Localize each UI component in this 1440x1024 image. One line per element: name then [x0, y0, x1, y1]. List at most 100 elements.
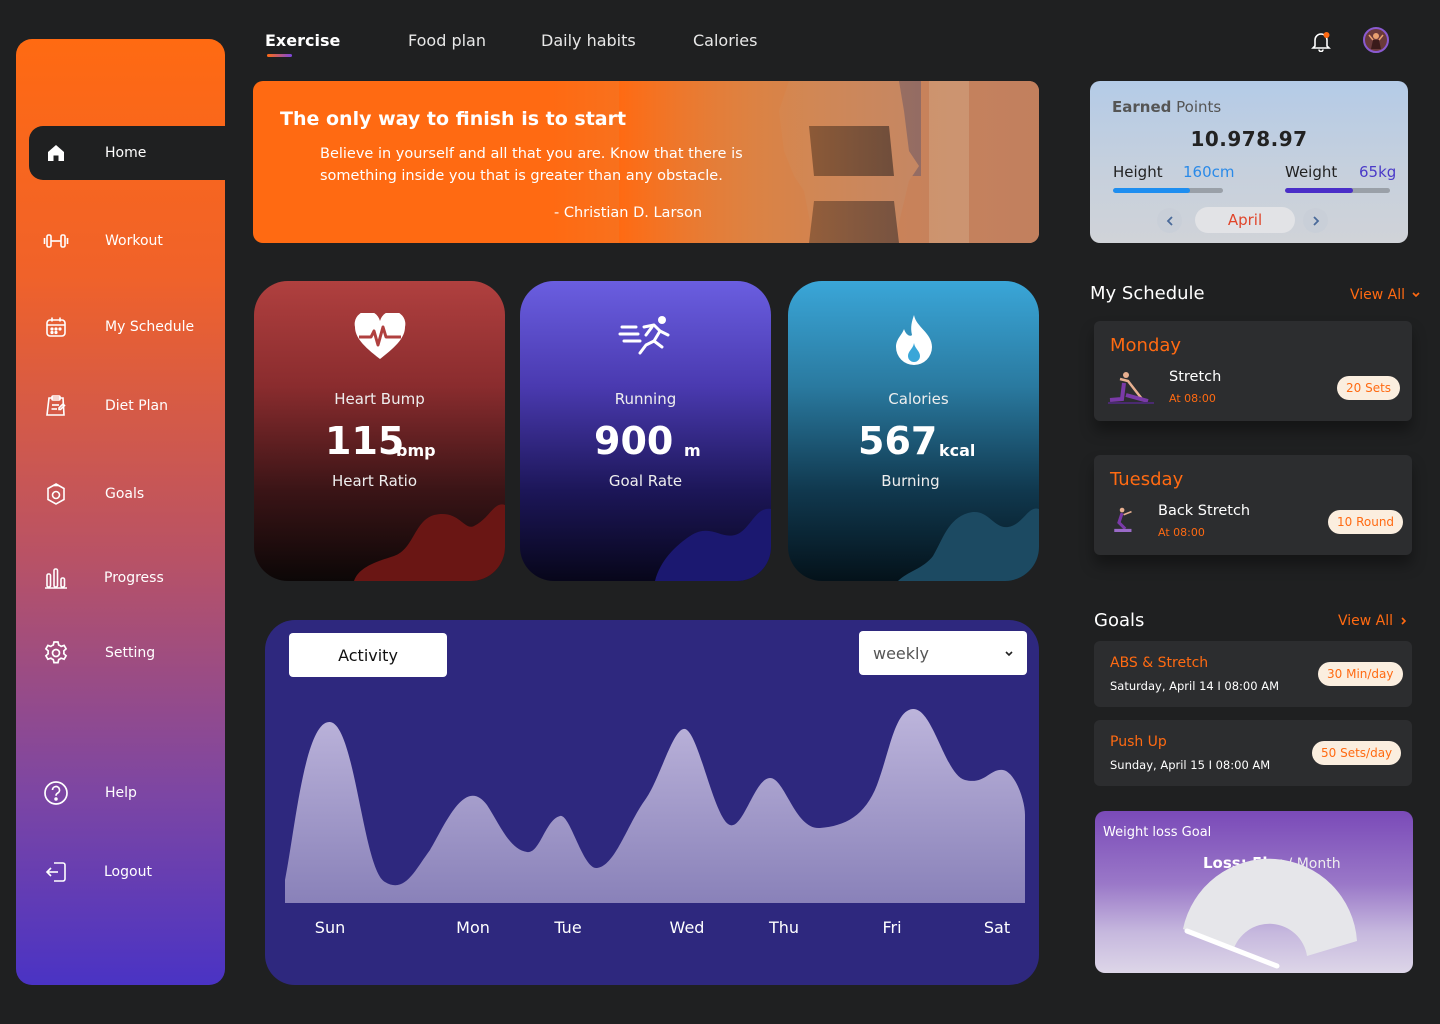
next-month-button[interactable]	[1303, 208, 1328, 233]
height-label: Height	[1113, 163, 1163, 181]
earned-points-card: Earned Points 10.978.97 Height 160cm Wei…	[1090, 81, 1408, 243]
goal-date: Sunday, April 15 I 08:00 AM	[1110, 758, 1271, 772]
day-label: Sun	[314, 918, 346, 937]
stat-value: 115	[325, 419, 405, 463]
round-badge: 10 Round	[1328, 510, 1404, 534]
schedule-item[interactable]: Tuesday Back Stretch At 08:00 10 Round	[1094, 455, 1412, 555]
schedule-day: Monday	[1110, 335, 1182, 356]
running-icon	[520, 313, 771, 369]
sidebar-item-label: Goals	[105, 486, 145, 502]
chevron-right-icon	[1401, 617, 1407, 625]
sidebar: Home Workout My Schedule Diet Plan Goals…	[16, 39, 225, 985]
stat-unit: bmp	[396, 441, 436, 460]
stat-unit: kcal	[939, 441, 976, 460]
avatar[interactable]	[1363, 27, 1389, 53]
tab-exercise[interactable]: Exercise	[265, 31, 340, 50]
weight-label: Weight	[1285, 163, 1338, 181]
sidebar-item-diet-plan[interactable]: Diet Plan	[29, 379, 225, 433]
heart-bump-card[interactable]: Heart Bump 115 bmp Heart Ratio	[254, 281, 505, 581]
stat-unit: m	[684, 441, 701, 460]
goal-item[interactable]: Push Up Sunday, April 15 I 08:00 AM 50 S…	[1094, 720, 1412, 786]
schedule-time: At 08:00	[1158, 526, 1205, 539]
sidebar-item-label: Logout	[104, 864, 152, 880]
sidebar-item-label: Home	[105, 145, 147, 161]
prev-month-button[interactable]	[1157, 208, 1182, 233]
month-selector[interactable]: April	[1195, 207, 1295, 233]
chevron-left-icon	[1166, 215, 1173, 226]
sidebar-item-label: Workout	[105, 233, 163, 249]
sidebar-item-label: Help	[105, 785, 137, 801]
tab-calories[interactable]: Calories	[693, 31, 757, 50]
points-title: Earned Points	[1112, 98, 1222, 116]
day-label: Mon	[456, 918, 490, 937]
day-label: Thu	[768, 918, 800, 937]
motivation-banner: The only way to finish is to start Belie…	[253, 81, 1039, 243]
activity-panel: Activity weekly Sun Mon Tue Wed Thu Fri …	[265, 620, 1039, 985]
hero-title: The only way to finish is to start	[280, 108, 627, 130]
goal-date: Saturday, April 14 I 08:00 AM	[1110, 679, 1279, 693]
decorative-wave	[354, 504, 505, 581]
schedule-view-all-link[interactable]: View All	[1350, 287, 1421, 303]
sidebar-item-label: My Schedule	[105, 319, 195, 335]
sidebar-item-progress[interactable]: Progress	[29, 551, 225, 605]
goals-view-all-link[interactable]: View All	[1338, 613, 1409, 629]
goal-icon	[42, 480, 70, 508]
hero-quote: Believe in yourself and all that you are…	[320, 146, 743, 184]
stat-sub: Goal Rate	[608, 472, 683, 490]
stat-sub: Heart Ratio	[331, 472, 418, 490]
stat-value: 567	[858, 419, 938, 463]
sidebar-item-setting[interactable]: Setting	[29, 626, 225, 680]
logout-icon	[42, 858, 70, 886]
goals-title: Goals	[1094, 610, 1145, 631]
weight-bar	[1285, 188, 1390, 193]
schedule-time: At 08:00	[1169, 392, 1216, 405]
sidebar-item-label: Diet Plan	[105, 398, 169, 414]
hero-author: - Christian D. Larson	[554, 205, 703, 221]
stretch-thumbnail	[1108, 372, 1154, 404]
chevron-down-icon	[1412, 292, 1420, 298]
points-value: 10.978.97	[1190, 127, 1308, 151]
schedule-item[interactable]: Monday Stretch At 08:00 20 Sets	[1094, 321, 1412, 421]
stat-label: Heart Bump	[334, 390, 425, 408]
calendar-icon	[42, 313, 70, 341]
sidebar-item-home[interactable]: Home	[29, 126, 225, 180]
chevron-right-icon	[1312, 215, 1319, 226]
day-label: Sat	[983, 918, 1011, 937]
tab-daily-habits[interactable]: Daily habits	[541, 31, 636, 50]
sets-badge: 20 Sets	[1337, 376, 1401, 400]
decorative-wave	[655, 508, 771, 581]
activity-area-chart	[285, 708, 1025, 903]
sidebar-item-workout[interactable]: Workout	[29, 214, 225, 268]
day-label: Tue	[554, 918, 582, 937]
stat-sub: Burning	[881, 472, 940, 490]
notification-bell-icon[interactable]	[1310, 30, 1332, 53]
sidebar-item-label: Progress	[104, 570, 164, 586]
weight-loss-card: Weight loss Goal Loss: 5kg / Month	[1095, 811, 1413, 973]
flame-icon	[788, 313, 1039, 369]
goal-item[interactable]: ABS & Stretch Saturday, April 14 I 08:00…	[1094, 641, 1412, 707]
calories-card[interactable]: Calories 567 kcal Burning	[788, 281, 1039, 581]
running-card[interactable]: Running 900 m Goal Rate	[520, 281, 771, 581]
weight-value: 65kg	[1359, 163, 1397, 181]
activity-area	[285, 708, 1025, 903]
active-tab-indicator	[267, 54, 292, 57]
bar-chart-icon	[42, 564, 70, 592]
goal-name: ABS & Stretch	[1110, 655, 1209, 671]
tab-food-plan[interactable]: Food plan	[408, 31, 486, 50]
gear-icon	[42, 639, 70, 667]
sidebar-item-label: Setting	[105, 645, 156, 661]
goal-badge: 30 Min/day	[1318, 662, 1403, 686]
home-icon	[42, 139, 70, 167]
stat-label: Calories	[888, 390, 949, 408]
day-label: Wed	[669, 918, 705, 937]
sidebar-item-goals[interactable]: Goals	[29, 467, 225, 521]
sidebar-item-help[interactable]: Help	[29, 766, 225, 820]
sidebar-item-logout[interactable]: Logout	[29, 845, 225, 899]
stat-value: 900	[594, 419, 674, 463]
goal-name: Push Up	[1110, 734, 1167, 750]
sidebar-item-my-schedule[interactable]: My Schedule	[29, 300, 225, 354]
heart-pulse-icon	[254, 313, 505, 369]
schedule-name: Stretch	[1169, 369, 1222, 385]
back-stretch-thumbnail	[1114, 507, 1132, 532]
goal-badge: 50 Sets/day	[1312, 741, 1402, 765]
